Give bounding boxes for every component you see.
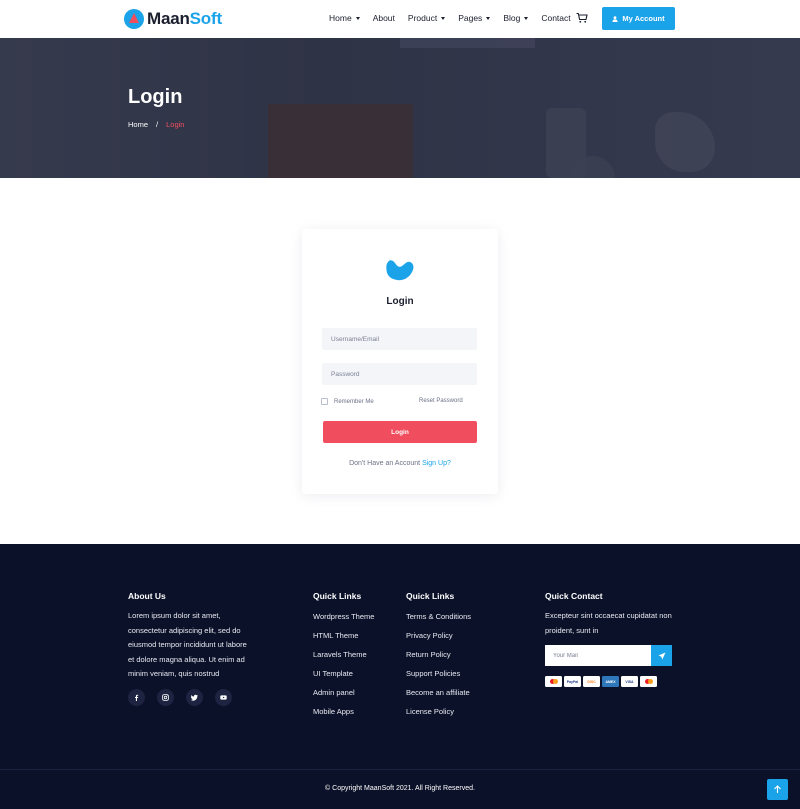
footer-contact-heading: Quick Contact: [545, 591, 603, 601]
chevron-down-icon: [486, 16, 491, 20]
footer-link[interactable]: UI Template: [313, 669, 353, 678]
cart-icon[interactable]: [576, 12, 588, 24]
password-input[interactable]: [322, 363, 477, 385]
site-footer: About Us Lorem ipsum dolor sit amet, con…: [0, 544, 800, 809]
heart-icon: [386, 260, 414, 281]
paypal-icon: PayPal: [564, 676, 581, 687]
facebook-icon[interactable]: [128, 689, 145, 706]
footer-link[interactable]: Return Policy: [406, 650, 451, 659]
remember-checkbox[interactable]: [321, 398, 328, 405]
discover-icon: DISC: [583, 676, 600, 687]
instagram-icon[interactable]: [157, 689, 174, 706]
chevron-down-icon: [355, 16, 360, 20]
remember-me[interactable]: Remember Me: [321, 398, 374, 405]
footer-quick-links-heading: Quick Links: [313, 591, 362, 601]
footer-link[interactable]: Support Policies: [406, 669, 460, 678]
nav-item-contact[interactable]: Contact: [541, 13, 570, 23]
nav-item-pages[interactable]: Pages: [458, 13, 491, 23]
mastercard-icon: [545, 676, 562, 687]
username-input[interactable]: [322, 328, 477, 350]
signup-link[interactable]: Sign Up: [422, 460, 447, 467]
nav-item-about[interactable]: About: [373, 13, 395, 23]
logo-mark-icon: [124, 9, 144, 29]
footer-about-heading: About Us: [128, 591, 166, 601]
send-button[interactable]: [651, 645, 672, 666]
footer-contact-text: Excepteur sint occaecat cupidatat non pr…: [545, 611, 672, 635]
nav-item-home[interactable]: Home: [329, 13, 360, 23]
mastercard-icon: [640, 676, 657, 687]
banner-decor: [655, 112, 715, 172]
login-button[interactable]: Login: [323, 421, 477, 443]
american-express-icon: AMEX: [602, 676, 619, 687]
scroll-to-top-button[interactable]: [767, 779, 788, 800]
footer-link[interactable]: Laravels Theme: [313, 650, 367, 659]
footer-about-text: Lorem ipsum dolor sit amet, consectetur …: [128, 611, 247, 678]
site-header: MaanSoft Home About Product Pages Blog C…: [0, 0, 800, 38]
signup-prompt: Don't Have an Account Sign Up?: [349, 460, 451, 467]
newsletter-email-input[interactable]: [545, 645, 651, 666]
footer-quick-links-heading: Quick Links: [406, 591, 455, 601]
send-icon: [658, 652, 665, 659]
nav-item-blog[interactable]: Blog: [503, 13, 529, 23]
footer-link[interactable]: Wordpress Theme: [313, 612, 374, 621]
footer-divider: [0, 769, 800, 770]
payment-methods: PayPal DISC AMEX VISA: [545, 676, 659, 687]
login-title: Login: [386, 296, 414, 307]
footer-link[interactable]: Privacy Policy: [406, 631, 453, 640]
my-account-button[interactable]: My Account: [602, 7, 675, 30]
breadcrumb: Home / Login: [128, 120, 184, 129]
nav-item-product[interactable]: Product: [408, 13, 446, 23]
footer-link[interactable]: Become an affiliate: [406, 688, 470, 697]
chevron-down-icon: [524, 16, 529, 20]
copyright-text: © Copyright MaanSoft 2021. All Right Res…: [325, 785, 475, 792]
logo[interactable]: MaanSoft: [124, 8, 222, 30]
page-title: Login: [128, 86, 183, 108]
footer-link[interactable]: Terms & Conditions: [406, 612, 471, 621]
twitter-icon[interactable]: [186, 689, 203, 706]
main-nav: Home About Product Pages Blog Contact: [329, 13, 584, 23]
footer-link[interactable]: License Policy: [406, 707, 454, 716]
reset-password-link[interactable]: Reset Password: [419, 398, 463, 404]
breadcrumb-home[interactable]: Home: [128, 120, 148, 129]
newsletter-form: [545, 645, 672, 666]
breadcrumb-current: Login: [166, 120, 185, 129]
logo-text: MaanSoft: [147, 9, 222, 28]
user-icon: [612, 15, 618, 22]
visa-icon: VISA: [621, 676, 638, 687]
chevron-down-icon: [441, 16, 446, 20]
arrow-up-icon: [774, 785, 781, 793]
banner-decor: [268, 104, 413, 178]
banner-decor: [400, 38, 535, 48]
footer-link[interactable]: Mobile Apps: [313, 707, 354, 716]
footer-link[interactable]: HTML Theme: [313, 631, 358, 640]
footer-link[interactable]: Admin panel: [313, 688, 355, 697]
page-banner: Login Home / Login: [0, 38, 800, 178]
breadcrumb-separator: /: [156, 120, 159, 129]
remember-label: Remember Me: [334, 398, 374, 405]
login-card: Login Remember Me Reset Password Login D…: [302, 229, 498, 494]
youtube-icon[interactable]: [215, 689, 232, 706]
